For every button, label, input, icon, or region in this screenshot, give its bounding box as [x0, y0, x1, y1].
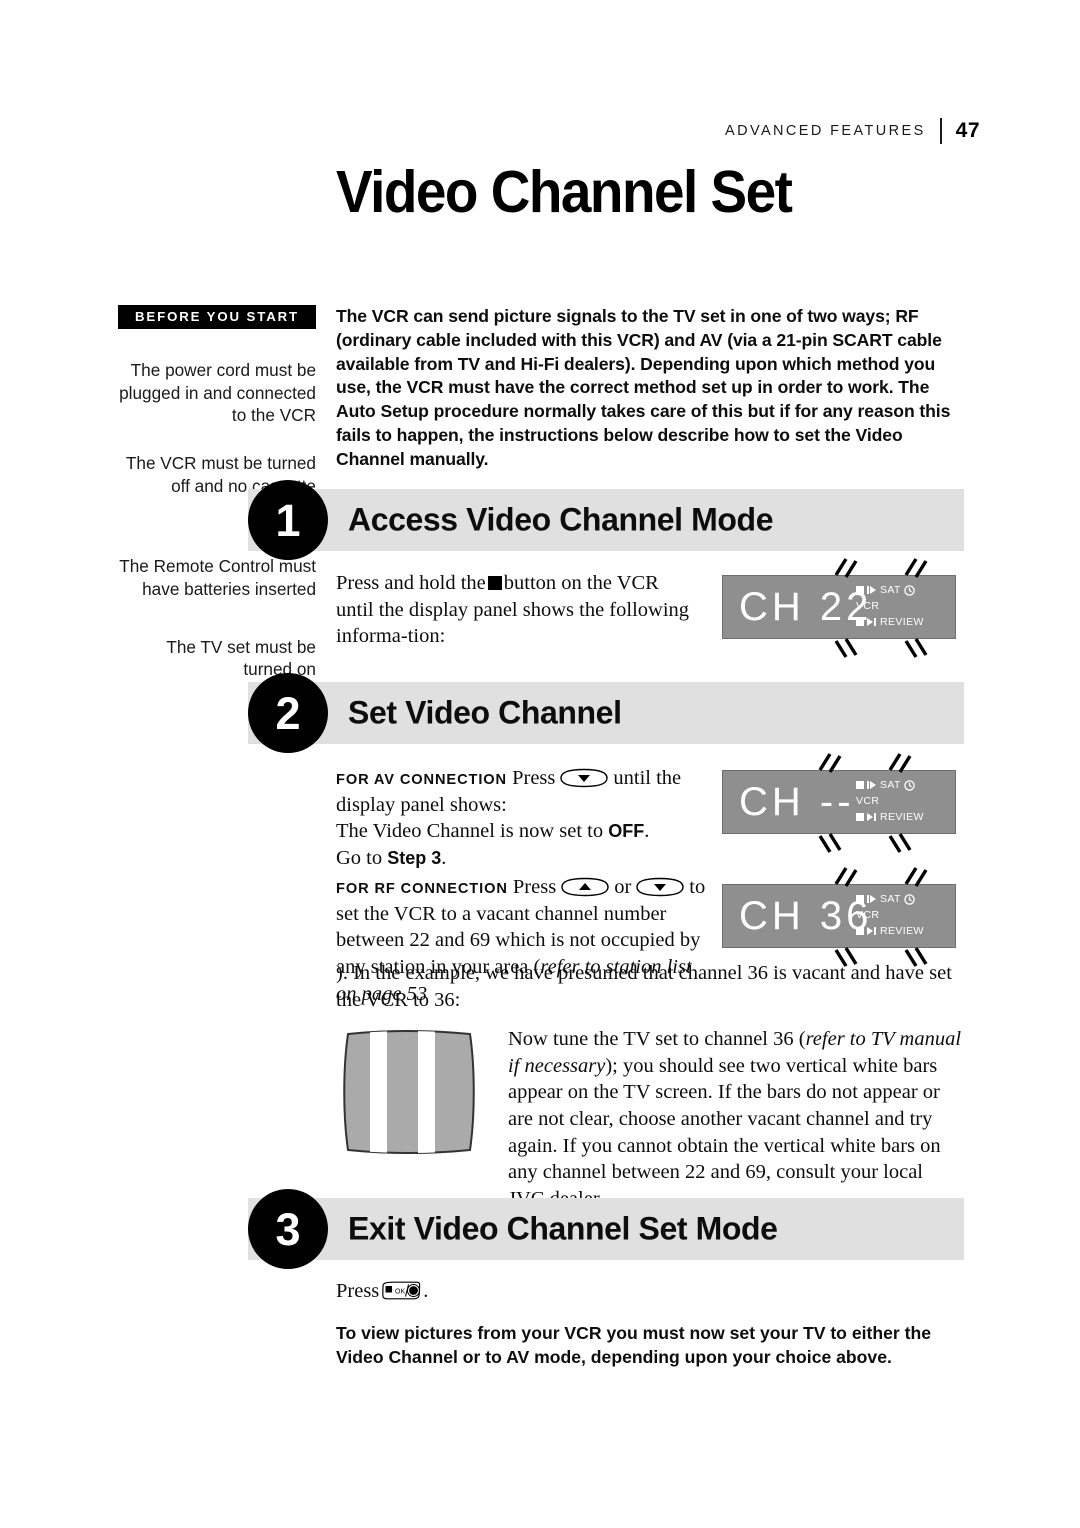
step-2-av-instruction: FOR AV CONNECTION Press until the display…	[336, 765, 716, 872]
av-line3-b: .	[441, 846, 447, 869]
for-rf-connection-label: FOR RF CONNECTION	[336, 881, 508, 897]
step-2-banner: 2 Set Video Channel	[248, 673, 964, 753]
header-section-label: ADVANCED FEATURES	[725, 123, 926, 139]
for-av-connection-label: FOR AV CONNECTION	[336, 772, 507, 788]
closing-note: To view pictures from your VCR you must …	[336, 1323, 932, 1367]
tv-screen-figure	[343, 1030, 475, 1154]
rf-press-word: Press	[512, 876, 557, 898]
step-2-title: Set Video Channel	[348, 694, 622, 731]
flashing-marks-ch36	[834, 867, 928, 967]
av-off-value: OFF	[608, 821, 645, 842]
step-2-number: 2	[248, 673, 328, 753]
step-3-press-word: Press	[336, 1280, 380, 1302]
av-line3-a: Go to	[336, 846, 388, 869]
step-3-instruction: Press OK.	[336, 1278, 736, 1305]
tv-tune-note: Now tune the TV set to channel 36 (refer…	[508, 1026, 964, 1212]
page-number: 47	[955, 119, 980, 142]
channel-down-button-icon[interactable]	[634, 877, 686, 897]
sidebar-item-remote-batteries: The Remote Control must have batteries i…	[119, 556, 316, 599]
sidebar-item-power-cord: The power cord must be plugged in and co…	[119, 360, 316, 425]
flashing-marks-ch22	[834, 558, 928, 658]
flashing-marks-ch-off	[818, 753, 912, 853]
step-1-title: Access Video Channel Mode	[348, 501, 774, 538]
stop-button-icon	[487, 576, 502, 590]
step-1-number: 1	[248, 480, 328, 560]
tv-note-part2: ); you should see two vertical white bar…	[508, 1054, 941, 1210]
step-1-instruction: Press and hold the button on the VCR unti…	[336, 570, 692, 650]
av-step3-ref: Step 3	[387, 847, 442, 868]
step-1-banner: 1 Access Video Channel Mode	[248, 480, 964, 560]
tv-note-part1: Now tune the TV set to channel 36 (	[508, 1028, 806, 1050]
rf-or-word: or	[614, 876, 632, 898]
page-title: Video Channel Set	[336, 159, 793, 225]
av-line2-a: The Video Channel is now set to	[336, 820, 609, 843]
av-press-word: Press	[512, 767, 556, 789]
step-1-text-before: Press and hold the	[336, 572, 486, 594]
channel-down-button-icon[interactable]	[558, 768, 610, 788]
svg-text:OK: OK	[395, 1289, 405, 1296]
intro-paragraph: The VCR can send picture signals to the …	[336, 306, 951, 469]
step-3-number: 3	[248, 1189, 328, 1269]
sidebar-badge: BEFORE YOU START	[118, 305, 316, 330]
step-3-title: Exit Video Channel Set Mode	[348, 1210, 778, 1247]
step-3-banner: 3 Exit Video Channel Set Mode	[248, 1189, 964, 1269]
step-3-period: .	[423, 1280, 429, 1302]
document-page: ADVANCED FEATURES 47 Video Channel Set B…	[0, 0, 1080, 1528]
av-line2-b: .	[644, 820, 650, 843]
page-header: ADVANCED FEATURES 47	[0, 118, 980, 144]
ok-button-icon[interactable]: OK	[381, 1281, 421, 1300]
channel-up-button-icon[interactable]	[559, 877, 611, 897]
